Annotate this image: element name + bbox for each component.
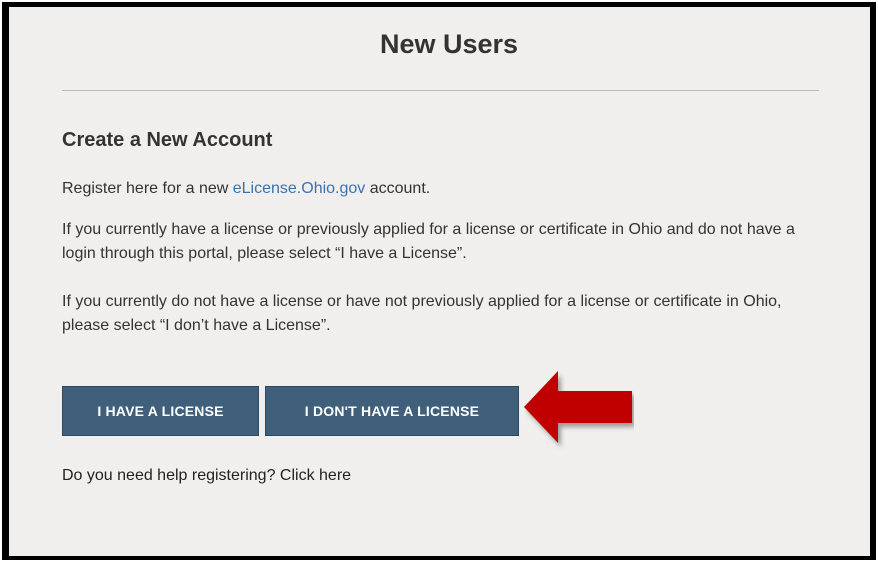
section-title: Create a New Account <box>62 129 273 151</box>
page-title: New Users <box>379 29 519 59</box>
register-text: Register here for a new eLicense.Ohio.go… <box>62 177 822 201</box>
register-prefix: Register here for a new <box>62 180 233 197</box>
elicense-link[interactable]: eLicense.Ohio.gov <box>233 180 366 197</box>
screenshot-frame: New Users Create a New Account Register … <box>2 2 876 560</box>
left-arrow-icon <box>524 371 632 443</box>
i-dont-have-a-license-button[interactable]: I DON'T HAVE A LICENSE <box>265 386 519 436</box>
register-suffix: account. <box>365 180 431 197</box>
no-license-instructions: If you currently do not have a license o… <box>62 293 782 334</box>
new-users-panel: New Users Create a New Account Register … <box>9 7 870 556</box>
i-have-a-license-button[interactable]: I HAVE A LICENSE <box>62 386 259 436</box>
have-license-instructions: If you currently have a license or previ… <box>62 221 795 262</box>
divider <box>62 90 819 91</box>
help-register-link[interactable]: Do you need help registering? Click here <box>62 467 351 485</box>
